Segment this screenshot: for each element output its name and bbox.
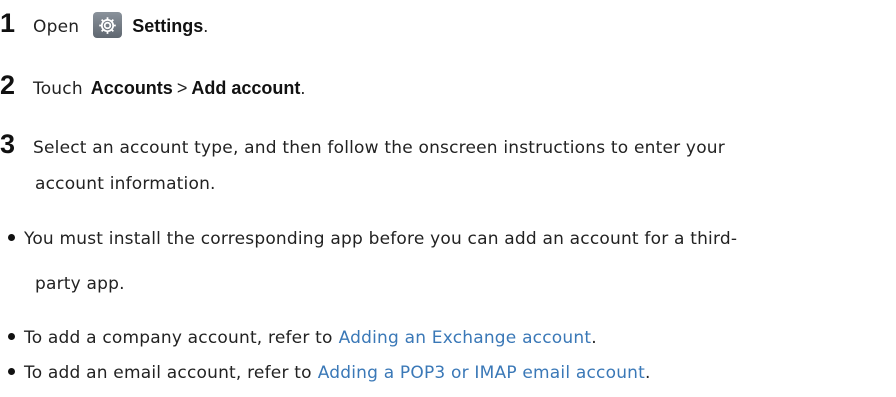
separator: > <box>176 78 188 98</box>
period: . <box>203 16 209 36</box>
settings-gear-icon <box>93 12 123 38</box>
note-text: To add an email account, refer to <box>24 363 312 383</box>
note-text: To add a company account, refer to <box>24 328 333 348</box>
step-text: Select an account type, and then follow … <box>33 138 725 158</box>
step-2: 2 Touch Accounts > Add account . <box>0 70 305 101</box>
bullet-icon <box>8 333 15 340</box>
settings-label: Settings <box>132 16 204 36</box>
add-account-label: Add account <box>191 78 301 98</box>
note-1: You must install the corresponding app b… <box>0 229 737 249</box>
note-3: To add an email account, refer to Adding… <box>0 363 651 383</box>
exchange-account-link[interactable]: Adding an Exchange account <box>339 328 592 348</box>
step-number: 1 <box>0 8 16 38</box>
step-text: Open <box>33 17 80 37</box>
accounts-label: Accounts <box>90 78 173 98</box>
step-1: 1 Open Settings . <box>0 6 208 39</box>
step-3-continuation: account information. <box>35 174 216 194</box>
period: . <box>300 78 306 98</box>
note-text: You must install the corresponding app b… <box>24 229 738 249</box>
pop3-imap-account-link[interactable]: Adding a POP3 or IMAP email account <box>318 363 645 383</box>
step-number: 3 <box>0 129 16 159</box>
step-text: Touch <box>33 79 83 99</box>
period: . <box>645 363 651 383</box>
note-1-continuation: party app. <box>35 274 125 294</box>
note-2: To add a company account, refer to Addin… <box>0 328 597 348</box>
bullet-icon <box>8 234 15 241</box>
bullet-icon <box>8 368 15 375</box>
period: . <box>591 328 597 348</box>
step-number: 2 <box>0 70 16 100</box>
step-3: 3 Select an account type, and then follo… <box>0 129 725 160</box>
